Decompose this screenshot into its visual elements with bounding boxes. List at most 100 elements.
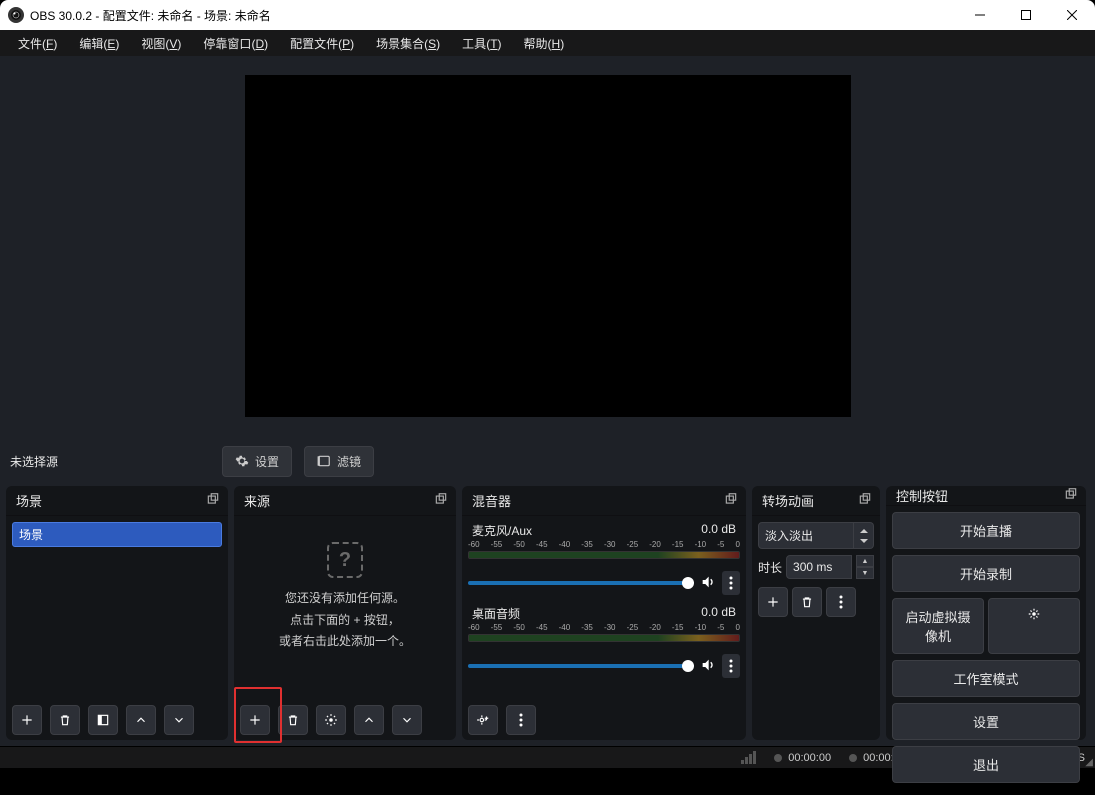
app-icon [8,7,24,23]
source-filters-button[interactable]: 滤镜 [304,446,374,477]
source-toolbar: 未选择源 设置 滤镜 [0,436,1095,486]
remove-source-button[interactable] [278,705,308,735]
source-settings-button[interactable]: 设置 [222,446,292,477]
mixer-ticks: -60-55-50-45-40-35-30-25-20-15-10-50 [468,540,740,549]
live-status: 00:00:00 [774,752,831,764]
preview-canvas [245,75,851,417]
no-source-selected-label: 未选择源 [10,453,210,470]
menu-tools[interactable]: 工具(T) [452,31,511,56]
trash-icon [286,713,300,727]
duration-spinner[interactable]: ▲▼ [856,555,874,579]
question-icon: ? [327,542,363,578]
studio-mode-button[interactable]: 工作室模式 [892,660,1080,697]
trash-icon [58,713,72,727]
menu-view[interactable]: 视图(V) [131,31,191,56]
source-properties-button[interactable] [316,705,346,735]
volume-slider[interactable] [468,581,694,585]
source-up-button[interactable] [354,705,384,735]
window-titlebar: OBS 30.0.2 - 配置文件: 未命名 - 场景: 未命名 [0,0,1095,30]
plus-icon [766,595,780,609]
scene-up-button[interactable] [126,705,156,735]
resize-grip-icon[interactable]: ◢ [1085,757,1093,768]
menu-dock[interactable]: 停靠窗口(D) [193,31,278,56]
transition-more-button[interactable] [826,587,856,617]
mixer-ticks: -60-55-50-45-40-35-30-25-20-15-10-50 [468,623,740,632]
popout-icon[interactable] [1064,487,1078,504]
window-title: OBS 30.0.2 - 配置文件: 未命名 - 场景: 未命名 [30,7,271,24]
speaker-icon[interactable] [700,574,716,593]
menu-help[interactable]: 帮助(H) [514,31,575,56]
more-icon [834,595,848,609]
controls-title: 控制按钮 [896,486,948,505]
scene-item[interactable]: 场景 [12,522,222,547]
channel-name: 桌面音频 [472,605,520,622]
transition-select[interactable]: 淡入淡出 [758,522,854,549]
filters-icon [317,454,331,468]
mixer-advanced-button[interactable] [468,705,498,735]
gear-icon [235,454,249,468]
transitions-dock: 转场动画 淡入淡出 时长 300 ms ▲▼ [752,486,880,740]
scenes-dock: 场景 场景 [6,486,228,740]
scenes-title: 场景 [16,491,42,510]
menu-edit[interactable]: 编辑(E) [69,31,129,56]
add-scene-button[interactable] [12,705,42,735]
add-source-button[interactable] [240,705,270,735]
source-down-button[interactable] [392,705,422,735]
scene-filters-icon [96,713,110,727]
mixer-more-button[interactable] [506,705,536,735]
chevron-up-icon [362,713,376,727]
more-icon [514,713,528,727]
sources-empty: ? 您还没有添加任何源。 点击下面的 + 按钮， 或者右击此处添加一个。 [240,542,450,653]
transitions-title: 转场动画 [762,491,814,510]
start-vcam-button[interactable]: 启动虚拟摄像机 [892,598,984,654]
dot-icon [849,754,857,762]
mixer-channel-desktop: 桌面音频 0.0 dB -60-55-50-45-40-35-30-25-20-1… [468,605,740,678]
menu-bar: 文件(F) 编辑(E) 视图(V) 停靠窗口(D) 配置文件(P) 场景集合(S… [0,30,1095,56]
exit-button[interactable]: 退出 [892,746,1080,783]
menu-scene-collection[interactable]: 场景集合(S) [366,31,450,56]
settings-button[interactable]: 设置 [892,703,1080,740]
start-record-button[interactable]: 开始录制 [892,555,1080,592]
mixer-channel-mic: 麦克风/Aux0.0 dB -60-55-50-45-40-35-30-25-2… [468,522,740,595]
close-button[interactable] [1049,0,1095,30]
volume-slider[interactable] [468,664,694,668]
duration-label: 时长 [758,559,782,576]
duration-input[interactable]: 300 ms [786,555,852,579]
start-stream-button[interactable]: 开始直播 [892,512,1080,549]
menu-profile[interactable]: 配置文件(P) [280,31,364,56]
channel-name: 麦克风/Aux [472,522,532,539]
scene-down-button[interactable] [164,705,194,735]
add-transition-button[interactable] [758,587,788,617]
menu-file[interactable]: 文件(F) [8,31,67,56]
speaker-icon[interactable] [700,657,716,676]
gear-icon [1027,607,1041,621]
gear-plus-icon [476,713,490,727]
vcam-settings-button[interactable] [988,598,1080,654]
popout-icon[interactable] [434,492,448,509]
sources-title: 来源 [244,491,270,510]
remove-transition-button[interactable] [792,587,822,617]
channel-more-button[interactable] [722,571,740,595]
popout-icon[interactable] [206,492,220,509]
scene-filter-button[interactable] [88,705,118,735]
chevron-down-icon [400,713,414,727]
mixer-title: 混音器 [472,491,511,510]
mixer-dock: 混音器 麦克风/Aux0.0 dB -60-55-50-45-40-35-30-… [462,486,746,740]
channel-db: 0.0 dB [701,605,736,622]
transition-select-arrows[interactable] [854,522,874,549]
minimize-button[interactable] [957,0,1003,30]
channel-more-button[interactable] [722,654,740,678]
maximize-button[interactable] [1003,0,1049,30]
network-status [741,751,756,764]
popout-icon[interactable] [724,492,738,509]
preview-area[interactable] [0,56,1095,436]
chevron-up-icon [134,713,148,727]
trash-icon [800,595,814,609]
controls-dock: 控制按钮 开始直播 开始录制 启动虚拟摄像机 工作室模式 设置 退出 [886,486,1086,740]
dot-icon [774,754,782,762]
gear-icon [324,713,338,727]
plus-icon [20,713,34,727]
sources-dock: 来源 ? 您还没有添加任何源。 点击下面的 + 按钮， 或者右击此处添加一个。 [234,486,456,740]
remove-scene-button[interactable] [50,705,80,735]
popout-icon[interactable] [858,492,872,509]
